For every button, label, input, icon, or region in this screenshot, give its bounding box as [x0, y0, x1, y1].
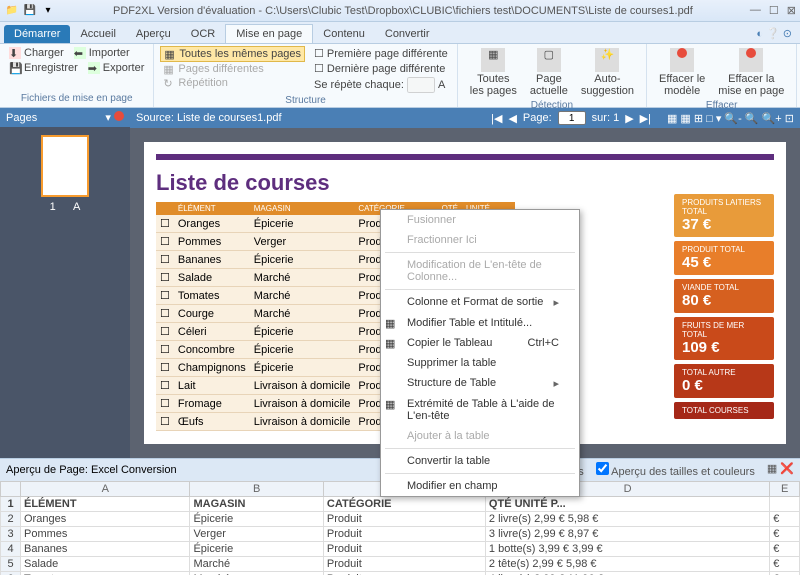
grid-row[interactable]: 2OrangesÉpicerieProduit2 livre(s) 2,99 €… [1, 512, 800, 527]
tab-mise-en-page[interactable]: Mise en page [225, 24, 313, 43]
page-thumbnail[interactable]: 1A [41, 135, 89, 213]
tab-contenu[interactable]: Contenu [313, 25, 375, 43]
menu-item: Fusionner [381, 210, 579, 230]
menu-item: Modification de L'en-tête de Colonne... [381, 255, 579, 287]
grid-col-header[interactable] [1, 482, 21, 497]
qat-btn[interactable]: 💾 [22, 3, 38, 19]
summary-card: PRODUIT TOTAL45 € [674, 241, 774, 275]
table-header[interactable]: MAGASIN [250, 202, 355, 215]
sizes-colors-checkbox[interactable]: Aperçu des tailles et couleurs [596, 462, 755, 478]
minimize-button[interactable]: — [750, 4, 761, 17]
charger-button[interactable]: ⬇Charger [6, 46, 67, 60]
quick-access-toolbar: 📁 💾 ▾ [4, 3, 56, 19]
tab-convertir[interactable]: Convertir [375, 25, 440, 43]
erase-template-button[interactable]: Effacer le modèle [653, 46, 711, 99]
preview-title: Aperçu de Page: Excel Conversion [6, 464, 177, 476]
tab-ocr[interactable]: OCR [181, 25, 225, 43]
repeat-input[interactable]: Se répète chaque: A [311, 76, 451, 94]
erase-layout-button[interactable]: Effacer la mise en page [712, 46, 790, 99]
table-header[interactable]: ÉLÉMENT [174, 202, 250, 215]
maximize-button[interactable]: ☐ [769, 4, 779, 17]
close-button[interactable]: ⊠ [787, 4, 796, 17]
enregistrer-button[interactable]: 💾Enregistrer [6, 61, 81, 75]
summary-card: PRODUITS LAITIERS TOTAL37 € [674, 194, 774, 237]
summary-card: VIANDE TOTAL80 € [674, 279, 774, 313]
ribbon: ⬇Charger ⬅Importer 💾Enregistrer ➡Exporte… [0, 44, 800, 108]
menu-item[interactable]: ▦Modifier Table et Intitulé... [381, 313, 579, 333]
nav-next-icon[interactable]: ▶ [625, 112, 633, 125]
auto-suggest-button[interactable]: ✨Auto-suggestion [575, 46, 640, 99]
menu-item: Ajouter à la table [381, 426, 579, 446]
menu-item[interactable]: Modifier en champ [381, 476, 579, 496]
group-label: Structure [160, 94, 450, 107]
summary-card: FRUITS DE MER TOTAL109 € [674, 317, 774, 360]
pages-panel-title: Pages [6, 112, 37, 124]
detect-all-button[interactable]: ▦Toutes les pages [464, 46, 523, 99]
qat-btn[interactable]: 📁 [4, 3, 20, 19]
detect-current-button[interactable]: ▢Page actuelle [524, 46, 574, 99]
context-menu: FusionnerFractionner Ici Modification de … [380, 209, 580, 497]
importer-button[interactable]: ⬅Importer [71, 46, 133, 60]
group-label: Fichiers de mise en page [6, 92, 147, 105]
nav-first-icon[interactable]: |◀ [491, 112, 502, 125]
first-diff-checkbox[interactable]: ☐ Première page différente [311, 46, 451, 61]
nav-prev-icon[interactable]: ◀ [508, 112, 516, 125]
repetition-button[interactable]: ↻Répétition [160, 76, 305, 90]
menu-item[interactable]: ▦Copier le TableauCtrl+C [381, 333, 579, 353]
document-title: Liste de courses [156, 170, 774, 196]
titlebar: 📁 💾 ▾ PDF2XL Version d'évaluation - C:\U… [0, 0, 800, 22]
same-pages-button[interactable]: ▦Toutes les mêmes pages [160, 46, 305, 62]
menu-item[interactable]: Colonne et Format de sortie▸ [381, 292, 579, 313]
qat-btn[interactable]: ▾ [40, 3, 56, 19]
ribbon-tabs: Démarrer Accueil Aperçu OCR Mise en page… [0, 22, 800, 44]
menu-item[interactable]: ▦Extrémité de Table à L'aide de L'en-têt… [381, 394, 579, 426]
grid-col-header[interactable]: B [190, 482, 323, 497]
grid-row[interactable]: 4BananesÉpicerieProduit1 botte(s) 3,99 €… [1, 542, 800, 557]
summary-card: TOTAL AUTRE0 € [674, 364, 774, 398]
diff-pages-button[interactable]: ▦Pages différentes [160, 62, 305, 76]
close-panel-icon[interactable] [114, 111, 124, 121]
menu-item[interactable]: Convertir la table [381, 451, 579, 471]
grid-row[interactable]: 1ÉLÉMENTMAGASINCATÉGORIEQTÉ UNITÉ P... [1, 497, 800, 512]
last-diff-checkbox[interactable]: ☐ Dernière page différente [311, 61, 451, 76]
window-title: PDF2XL Version d'évaluation - C:\Users\C… [56, 5, 750, 17]
grid-row[interactable]: 5SaladeMarchéProduit2 tête(s) 2,99 € 5,9… [1, 557, 800, 572]
menu-item[interactable]: Structure de Table▸ [381, 373, 579, 394]
exporter-button[interactable]: ➡Exporter [85, 61, 148, 75]
grid-row[interactable]: 6TomatesMarchéProduit4 livre(s) 2,99 € 1… [1, 572, 800, 575]
header-bar [156, 154, 774, 160]
source-title: Source: Liste de courses1.pdf [136, 112, 282, 124]
grid-col-header[interactable]: A [21, 482, 190, 497]
table-header[interactable] [156, 202, 174, 215]
page-number-input[interactable] [558, 111, 586, 125]
summary-card: TOTAL COURSES [674, 402, 774, 419]
grid-col-header[interactable]: E [770, 482, 800, 497]
tab-start[interactable]: Démarrer [4, 25, 70, 43]
grid-row[interactable]: 3PommesVergerProduit3 livre(s) 2,99 € 8,… [1, 527, 800, 542]
filter-icon[interactable]: ▾ [105, 112, 111, 124]
nav-last-icon[interactable]: ▶| [640, 112, 651, 125]
tab-accueil[interactable]: Accueil [70, 25, 125, 43]
tab-apercu[interactable]: Aperçu [126, 25, 181, 43]
menu-item: Fractionner Ici [381, 230, 579, 250]
pages-panel: Pages ▾ 1A [0, 108, 130, 458]
menu-item[interactable]: Supprimer la table [381, 353, 579, 373]
